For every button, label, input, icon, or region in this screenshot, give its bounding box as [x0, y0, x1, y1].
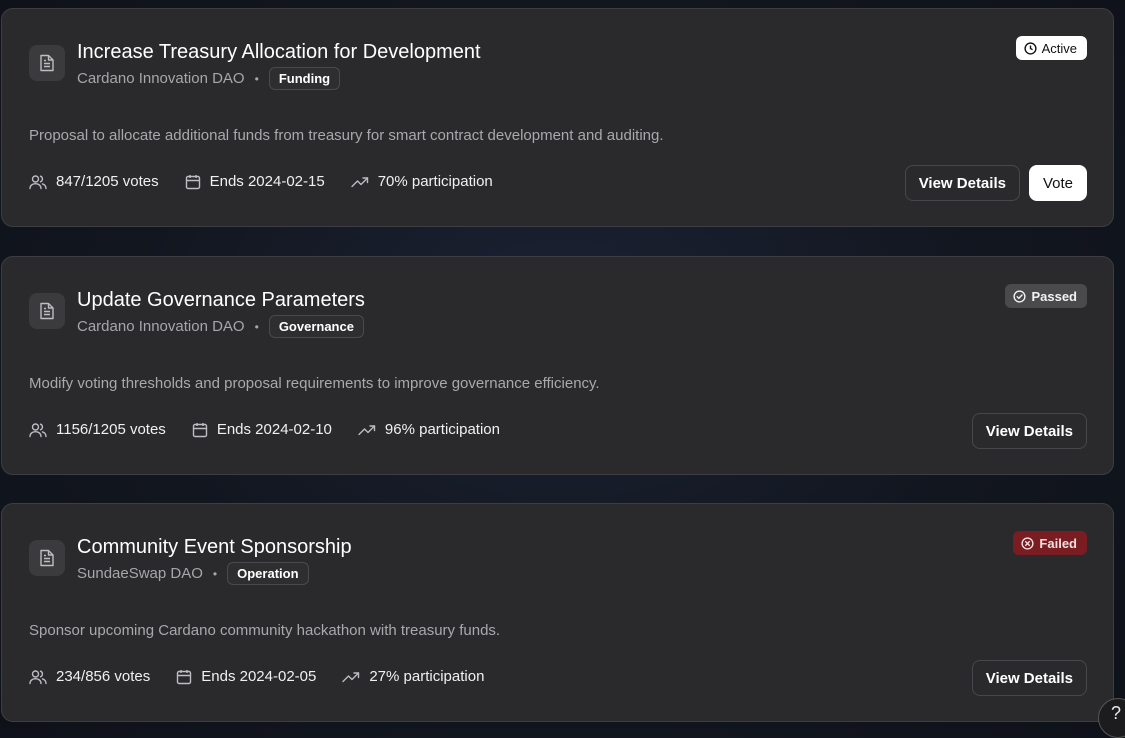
- card-actions: View Details Vote: [904, 165, 1087, 201]
- participation-stat: 27% participation: [342, 668, 484, 685]
- category-tag: Operation: [227, 562, 309, 585]
- proposal-title: Update Governance Parameters: [77, 289, 365, 311]
- dao-name: SundaeSwap DAO: [77, 565, 203, 582]
- votes-count: 234/856 votes: [56, 668, 151, 685]
- category-tag: Governance: [268, 315, 364, 338]
- proposal-meta: Cardano Innovation DAO • Governance: [77, 315, 364, 338]
- users-icon: [29, 174, 47, 190]
- participation: 27% participation: [369, 668, 485, 685]
- proposal-card: Update Governance Parameters Cardano Inn…: [1, 256, 1114, 475]
- end-date: Ends 2024-02-05: [201, 668, 317, 685]
- status-badge: Failed: [1013, 531, 1087, 555]
- card-actions: View Details: [971, 413, 1087, 449]
- status-badge: Active: [1015, 36, 1087, 60]
- proposal-title: Increase Treasury Allocation for Develop…: [77, 41, 481, 63]
- proposal-description: Proposal to allocate additional funds fr…: [29, 127, 664, 144]
- trending-up-icon: [350, 176, 369, 188]
- trending-up-icon: [342, 671, 360, 683]
- status-badge: Passed: [1005, 284, 1087, 308]
- end-date-stat: Ends 2024-02-05: [176, 668, 316, 685]
- votes-stat: 1156/1205 votes: [29, 421, 166, 438]
- participation-stat: 96% participation: [358, 421, 500, 438]
- help-button[interactable]: ?: [1098, 698, 1125, 738]
- proposal-description: Sponsor upcoming Cardano community hacka…: [29, 622, 501, 639]
- separator-dot: •: [254, 71, 259, 86]
- category-tag: Funding: [268, 67, 341, 90]
- proposal-meta: Cardano Innovation DAO • Funding: [77, 67, 341, 90]
- proposal-stats: 1156/1205 votes Ends 2024-02-10 96% part…: [29, 421, 500, 438]
- users-icon: [29, 422, 47, 438]
- proposal-stats: 847/1205 votes Ends 2024-02-15 70% parti…: [29, 173, 493, 190]
- participation: 70% participation: [377, 173, 493, 190]
- proposal-description: Modify voting thresholds and proposal re…: [29, 375, 600, 392]
- check-circle-icon: [1013, 289, 1027, 303]
- end-date-stat: Ends 2024-02-15: [185, 173, 325, 190]
- view-details-button[interactable]: View Details: [971, 660, 1087, 696]
- clock-icon: [1024, 41, 1037, 55]
- votes-stat: 847/1205 votes: [29, 173, 159, 190]
- end-date: Ends 2024-02-15: [209, 173, 325, 190]
- proposal-meta: SundaeSwap DAO • Operation: [77, 562, 309, 585]
- status-label: Active: [1041, 40, 1077, 56]
- end-date: Ends 2024-02-10: [216, 421, 332, 438]
- document-icon: [29, 293, 65, 329]
- status-label: Passed: [1031, 288, 1077, 304]
- dao-name: Cardano Innovation DAO: [77, 318, 245, 335]
- vote-button[interactable]: Vote: [1028, 165, 1087, 201]
- card-actions: View Details: [971, 660, 1087, 696]
- status-label: Failed: [1039, 535, 1077, 551]
- document-icon: [29, 540, 65, 576]
- separator-dot: •: [212, 566, 218, 581]
- view-details-button[interactable]: View Details: [904, 165, 1020, 201]
- participation: 96% participation: [384, 421, 500, 438]
- votes-count: 1156/1205 votes: [56, 421, 166, 438]
- calendar-icon: [176, 669, 192, 685]
- dao-name: Cardano Innovation DAO: [77, 70, 245, 87]
- proposal-card: Increase Treasury Allocation for Develop…: [1, 8, 1114, 227]
- x-circle-icon: [1021, 536, 1035, 550]
- end-date-stat: Ends 2024-02-10: [192, 421, 332, 438]
- votes-stat: 234/856 votes: [29, 668, 150, 685]
- votes-count: 847/1205 votes: [56, 173, 159, 190]
- users-icon: [29, 669, 47, 685]
- proposal-stats: 234/856 votes Ends 2024-02-05 27% partic…: [29, 668, 484, 685]
- proposal-card: Community Event Sponsorship SundaeSwap D…: [1, 503, 1114, 722]
- calendar-icon: [185, 174, 201, 190]
- trending-up-icon: [358, 424, 376, 436]
- separator-dot: •: [254, 319, 259, 334]
- view-details-button[interactable]: View Details: [971, 413, 1087, 449]
- calendar-icon: [192, 422, 208, 438]
- proposal-title: Community Event Sponsorship: [77, 536, 352, 558]
- document-icon: [29, 45, 65, 81]
- participation-stat: 70% participation: [350, 173, 493, 190]
